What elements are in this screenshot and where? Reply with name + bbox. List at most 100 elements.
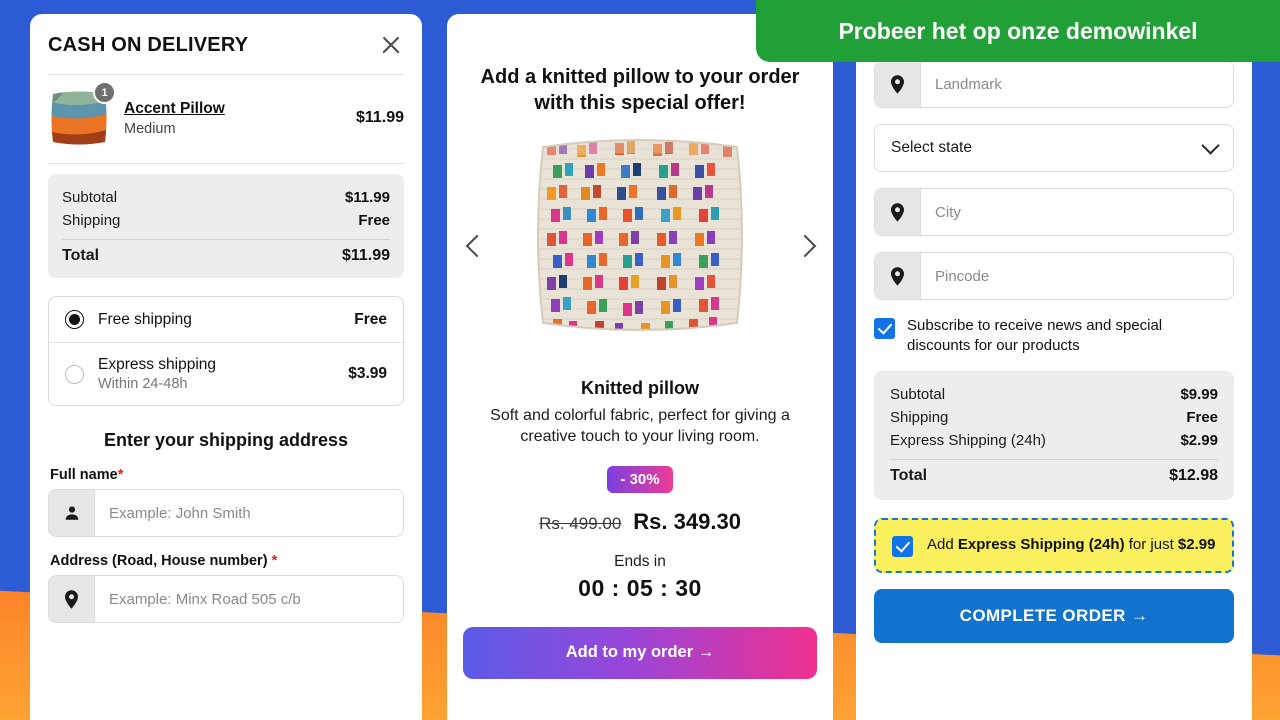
summary-row-shipping: Shipping Free — [890, 406, 1218, 429]
divider — [890, 459, 1218, 460]
summary-value: $2.99 — [1180, 432, 1218, 449]
chevron-right-icon[interactable] — [791, 233, 817, 259]
summary-row-total: Total $11.99 — [62, 244, 390, 268]
demo-store-banner[interactable]: Probeer het op onze demowinkel — [756, 0, 1280, 62]
summary-label: Total — [62, 247, 100, 264]
required-marker: * — [271, 553, 278, 569]
chevron-down-icon — [1201, 136, 1220, 155]
offer-price-row: Rs. 499.00 Rs. 349.30 — [447, 509, 833, 535]
right-form: Select state Subscribe to receive news a… — [856, 14, 1252, 643]
full-name-input[interactable] — [95, 490, 403, 536]
location-pin-icon — [49, 576, 95, 622]
address-label: Address (Road, House number) * — [50, 553, 404, 569]
arrow-right-icon: → — [697, 643, 715, 662]
upsell-offer-panel: Add a knitted pillow to your order with … — [447, 14, 833, 720]
countdown-label: Ends in — [614, 552, 666, 570]
summary-row-express: Express Shipping (24h) $2.99 — [890, 429, 1218, 452]
radio-free-shipping[interactable] — [65, 310, 84, 329]
line-item-texts: Accent Pillow Medium — [124, 100, 342, 137]
page-title: CASH ON DELIVERY — [48, 33, 249, 56]
subscribe-row[interactable]: Subscribe to receive news and special di… — [874, 316, 1234, 355]
pincode-field[interactable] — [874, 252, 1234, 300]
city-field[interactable] — [874, 188, 1234, 236]
summary-label: Shipping — [890, 409, 949, 426]
shipping-option-express[interactable]: Express shipping Within 24-48h $3.99 — [49, 342, 403, 405]
express-middle: for just — [1124, 536, 1178, 554]
panel-header: CASH ON DELIVERY — [30, 14, 422, 58]
summary-label: Subtotal — [62, 189, 118, 206]
quantity-badge: 1 — [93, 81, 116, 104]
address-field[interactable] — [48, 575, 404, 623]
order-line-item: 1 Accent Pillow Medium $11.99 — [30, 75, 422, 163]
city-input[interactable] — [921, 189, 1233, 235]
complete-order-label: COMPLETE ORDER — [959, 606, 1126, 625]
complete-order-button[interactable]: COMPLETE ORDER → — [874, 589, 1234, 643]
shipping-option-label: Free shipping — [98, 311, 340, 329]
required-marker: * — [117, 467, 124, 483]
product-variant: Medium — [124, 120, 176, 137]
shipping-option-free[interactable]: Free shipping Free — [49, 297, 403, 342]
add-to-my-order-button[interactable]: Add to my order → — [463, 626, 817, 679]
address-form: Enter your shipping address Full name* A… — [30, 430, 422, 623]
product-carousel — [447, 129, 833, 364]
order-summary: Subtotal $11.99 Shipping Free Total $11.… — [48, 174, 404, 278]
discount-badge: - 30% — [607, 465, 673, 493]
summary-row-subtotal: Subtotal $9.99 — [890, 383, 1218, 406]
express-shipping-checkbox[interactable] — [892, 536, 913, 557]
summary-value: $11.99 — [341, 247, 390, 264]
summary-row-subtotal: Subtotal $11.99 — [62, 186, 390, 209]
summary-row-shipping: Shipping Free — [62, 209, 390, 232]
summary-row-total: Total $12.98 — [890, 464, 1218, 488]
shipping-option-price: $3.99 — [348, 365, 387, 382]
checkout-summary: Subtotal $9.99 Shipping Free Express Shi… — [874, 371, 1234, 500]
close-icon[interactable] — [378, 32, 404, 58]
express-shipping-label: Add Express Shipping (24h) for just $2.9… — [927, 535, 1215, 555]
state-select[interactable]: Select state — [874, 124, 1234, 172]
pincode-input[interactable] — [921, 253, 1233, 299]
full-name-field[interactable] — [48, 489, 404, 537]
label-text: Address (Road, House number) — [50, 553, 268, 569]
summary-label: Express Shipping (24h) — [890, 432, 1046, 449]
shipping-option-subtitle: Within 24-48h — [98, 376, 188, 392]
summary-value: $12.98 — [1169, 467, 1218, 484]
summary-label: Shipping — [62, 212, 121, 229]
shipping-option-title: Free shipping — [98, 310, 192, 328]
express-shipping-offer[interactable]: Add Express Shipping (24h) for just $2.9… — [874, 518, 1234, 573]
cash-on-delivery-panel: CASH ON DELIVERY 1 Accent Pillow Medium … — [30, 14, 422, 720]
demo-store-banner-label: Probeer het op onze demowinkel — [838, 17, 1198, 44]
shipping-option-price: Free — [354, 310, 387, 328]
location-pin-icon — [875, 61, 921, 107]
location-pin-icon — [875, 253, 921, 299]
checkout-details-panel: Select state Subscribe to receive news a… — [856, 14, 1252, 720]
offer-product-name: Knitted pillow — [581, 377, 699, 398]
radio-express-shipping[interactable] — [65, 364, 84, 384]
address-heading: Enter your shipping address — [103, 430, 349, 450]
express-prefix: Add — [927, 536, 958, 554]
address-input[interactable] — [95, 576, 403, 622]
person-icon — [49, 490, 95, 536]
label-text: Full name — [50, 467, 118, 483]
countdown-timer: 00 : 05 : 30 — [578, 574, 702, 601]
location-pin-icon — [875, 189, 921, 235]
express-bold-service: Express Shipping (24h) — [957, 536, 1125, 554]
discounted-price: Rs. 349.30 — [633, 508, 741, 534]
offer-product-description: Soft and colorful fabric, perfect for gi… — [490, 406, 790, 446]
summary-label: Subtotal — [890, 386, 946, 403]
shipping-options: Free shipping Free Express shipping With… — [48, 296, 404, 406]
add-to-order-label: Add to my order — [565, 643, 694, 662]
chevron-left-icon[interactable] — [463, 233, 489, 259]
state-select-value: Select state — [891, 139, 972, 156]
shipping-option-label: Express shipping Within 24-48h — [98, 356, 334, 392]
line-item-price: $11.99 — [355, 109, 404, 126]
divider — [48, 163, 404, 164]
express-bold-price: $2.99 — [1177, 536, 1216, 554]
summary-value: Free — [1186, 409, 1218, 426]
product-name-link[interactable]: Accent Pillow — [124, 100, 342, 118]
product-thumbnail: 1 — [48, 81, 116, 149]
subscribe-checkbox[interactable] — [874, 318, 895, 339]
original-price: Rs. 499.00 — [539, 513, 622, 533]
landmark-input[interactable] — [921, 61, 1233, 107]
summary-value: $11.99 — [344, 189, 390, 206]
landmark-field[interactable] — [874, 60, 1234, 108]
arrow-right-icon: → — [1130, 606, 1149, 625]
